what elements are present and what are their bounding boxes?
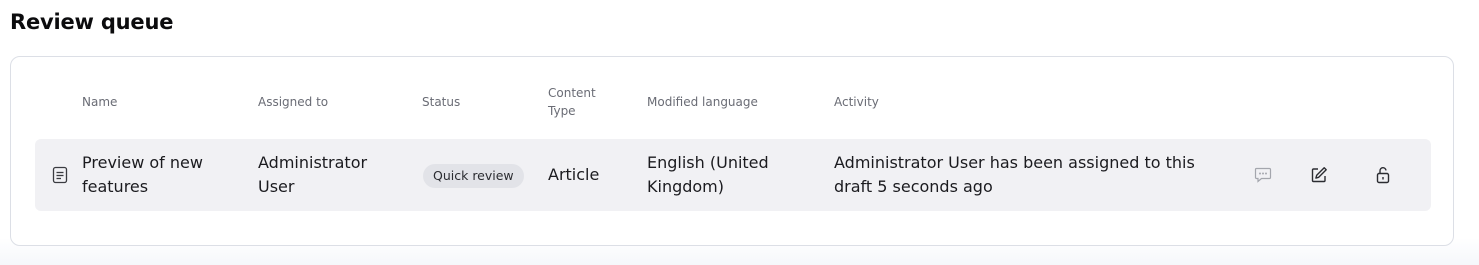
column-header-assigned-to[interactable]: Assigned to <box>258 93 328 111</box>
column-header-status[interactable]: Status <box>422 93 460 111</box>
row-assigned-line1: Administrator <box>258 153 368 172</box>
row-activity-line2: draft 5 seconds ago <box>834 177 993 196</box>
column-header-content-type-line2: Type <box>548 104 576 118</box>
row-language-line2: Kingdom) <box>647 177 725 196</box>
row-name-line1: Preview of new <box>82 153 203 172</box>
column-header-content-type[interactable]: Content Type <box>548 84 596 120</box>
row-activity-line1: Administrator User has been assigned to … <box>834 153 1195 172</box>
page-title: Review queue <box>10 10 174 34</box>
column-header-content-type-line1: Content <box>548 86 596 100</box>
document-icon <box>50 165 70 185</box>
row-language-line1: English (United <box>647 153 769 172</box>
edit-icon[interactable] <box>1309 165 1329 185</box>
row-content-type: Article <box>548 165 600 184</box>
unlock-icon[interactable] <box>1373 165 1393 185</box>
row-name[interactable]: Preview of new features <box>82 151 203 199</box>
comment-icon[interactable] <box>1253 165 1273 185</box>
row-activity: Administrator User has been assigned to … <box>834 151 1195 199</box>
table-row[interactable]: Preview of new features Administrator Us… <box>35 139 1431 211</box>
row-assigned-line2: User <box>258 177 295 196</box>
row-name-line2: features <box>82 177 149 196</box>
row-modified-language: English (United Kingdom) <box>647 151 769 199</box>
column-header-name[interactable]: Name <box>82 93 117 111</box>
column-header-modified-language[interactable]: Modified language <box>647 93 758 111</box>
column-header-activity[interactable]: Activity <box>834 93 879 111</box>
review-queue-table: Name Assigned to Status Content Type Mod… <box>10 56 1454 246</box>
status-badge: Quick review <box>423 164 524 188</box>
row-assigned-to: Administrator User <box>258 151 367 199</box>
